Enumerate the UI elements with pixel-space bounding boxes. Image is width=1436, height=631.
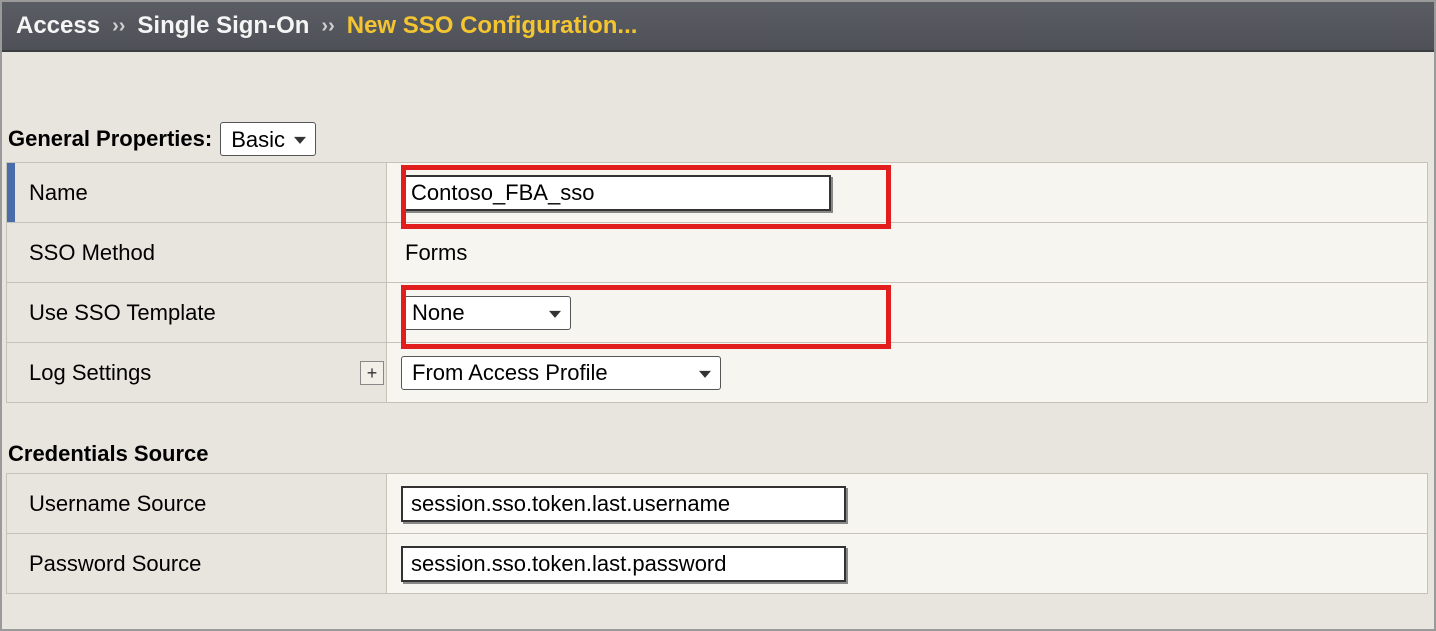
log-select[interactable]: From Access Profile <box>401 356 721 390</box>
value-name <box>387 163 1428 223</box>
value-password <box>387 534 1428 594</box>
value-template: None <box>387 283 1428 343</box>
value-method: Forms <box>387 223 1428 283</box>
breadcrumb-access[interactable]: Access <box>16 12 100 40</box>
name-input[interactable] <box>401 175 831 211</box>
label-method: SSO Method <box>7 223 387 283</box>
breadcrumb-current: New SSO Configuration... <box>347 12 638 40</box>
general-properties-label: General Properties: <box>8 126 212 152</box>
breadcrumb-separator-icon: ›› <box>112 15 125 38</box>
method-text: Forms <box>401 240 467 266</box>
row-log: Log Settings + From Access Profile <box>7 343 1428 403</box>
breadcrumb-separator-icon: ›› <box>321 15 334 38</box>
credentials-table: Username Source Password Source <box>6 473 1428 594</box>
breadcrumb: Access ›› Single Sign-On ›› New SSO Conf… <box>2 2 1434 52</box>
view-mode-select[interactable]: Basic <box>220 122 316 156</box>
template-select[interactable]: None <box>401 296 571 330</box>
credentials-source-header: Credentials Source <box>8 441 1434 467</box>
label-password: Password Source <box>7 534 387 594</box>
username-source-input[interactable] <box>401 486 846 522</box>
log-select-wrap: From Access Profile <box>401 356 721 390</box>
general-properties-header: General Properties: Basic <box>8 122 1434 156</box>
breadcrumb-sso[interactable]: Single Sign-On <box>137 12 309 40</box>
label-template: Use SSO Template <box>7 283 387 343</box>
label-name: Name <box>7 163 387 223</box>
row-template: Use SSO Template None <box>7 283 1428 343</box>
label-log: Log Settings + <box>7 343 387 403</box>
value-username <box>387 474 1428 534</box>
row-password: Password Source <box>7 534 1428 594</box>
credentials-source-label: Credentials Source <box>8 441 209 467</box>
password-source-input[interactable] <box>401 546 846 582</box>
template-select-wrap: None <box>401 296 571 330</box>
general-properties-table: Name SSO Method Forms Use SSO Template <box>6 162 1428 403</box>
config-frame: Access ›› Single Sign-On ›› New SSO Conf… <box>0 0 1436 631</box>
value-log: From Access Profile <box>387 343 1428 403</box>
row-method: SSO Method Forms <box>7 223 1428 283</box>
label-username: Username Source <box>7 474 387 534</box>
row-name: Name <box>7 163 1428 223</box>
log-expand-button[interactable]: + <box>360 361 384 385</box>
row-username: Username Source <box>7 474 1428 534</box>
view-mode-select-wrap: Basic <box>220 122 316 156</box>
